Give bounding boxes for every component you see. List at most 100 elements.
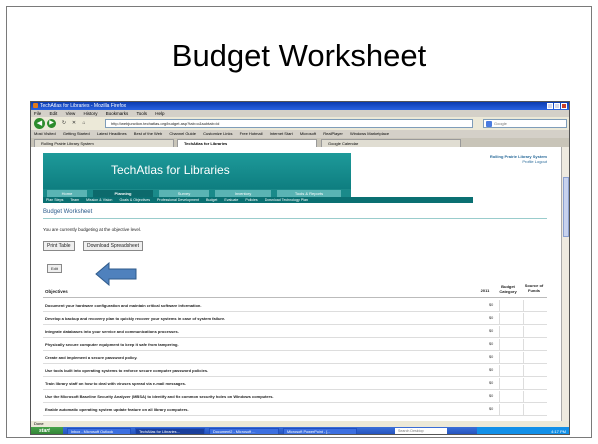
planning-subnav: Plan Steps Team Mission & Vision Goals &…: [43, 197, 473, 203]
table-row: Document your hardware configuration and…: [43, 299, 547, 312]
bookmark-item[interactable]: Microsoft: [300, 131, 316, 136]
taskbar-item-firefox[interactable]: TechAtlas for Libraries...: [135, 428, 205, 434]
system-tray: 4:17 PM: [477, 427, 569, 434]
objective-text: Enable automatic operating system update…: [45, 407, 189, 412]
nav-tools-reports[interactable]: Tools & Reports: [277, 190, 341, 197]
menu-view[interactable]: View: [66, 111, 76, 116]
bookmark-item[interactable]: Latest Headlines: [97, 131, 127, 136]
site-banner: TechAtlas for Libraries Rolling Prairie …: [31, 147, 561, 189]
category-cell: [499, 378, 521, 389]
nav-survey[interactable]: Survey: [159, 190, 209, 197]
objective-text: Create and implement a secure password p…: [45, 355, 138, 360]
bookmark-item[interactable]: RealPlayer: [323, 131, 343, 136]
subnav-item[interactable]: Plan Steps: [46, 198, 63, 202]
source-cell: [523, 365, 545, 376]
subnav-item[interactable]: Professional Development: [157, 198, 199, 202]
bookmark-item[interactable]: Getting Started: [63, 131, 90, 136]
subnav-item[interactable]: Team: [70, 198, 79, 202]
subnav-item[interactable]: Mission & Vision: [86, 198, 112, 202]
amount-cell: $0: [489, 329, 494, 333]
subnav-item[interactable]: Download Technology Plan: [265, 198, 308, 202]
clock: 4:17 PM: [551, 429, 566, 434]
menu-file[interactable]: File: [34, 111, 41, 116]
tab-techatlas[interactable]: TechAtlas for Libraries: [177, 139, 317, 147]
category-cell: [499, 300, 521, 311]
taskbar-item-powerpoint[interactable]: Microsoft PowerPoint - [...: [283, 428, 357, 434]
scrollbar-thumb[interactable]: [563, 177, 569, 237]
objective-text: Integrate databases into your service an…: [45, 329, 179, 334]
bookmark-item[interactable]: Internet Start: [270, 131, 293, 136]
bookmark-item[interactable]: Best of the Web: [134, 131, 162, 136]
header-year: 2011: [480, 288, 490, 293]
slide-title: Budget Worksheet: [171, 38, 427, 73]
window-title: TechAtlas for Libraries - Mozilla Firefo…: [40, 103, 127, 109]
stop-icon[interactable]: ✕: [71, 120, 77, 126]
source-cell: [523, 378, 545, 389]
search-box[interactable]: Google: [483, 119, 567, 128]
edit-button[interactable]: Edit: [47, 264, 62, 273]
subnav-item[interactable]: Budget: [206, 198, 217, 202]
forward-icon[interactable]: ▶: [47, 119, 56, 128]
vertical-scrollbar[interactable]: [561, 147, 569, 421]
org-links[interactable]: Profile Logout: [522, 159, 547, 164]
source-cell: [523, 313, 545, 324]
bookmark-item[interactable]: Channel Guide: [169, 131, 196, 136]
print-table-button[interactable]: Print Table: [43, 241, 75, 251]
menu-help[interactable]: Help: [155, 111, 164, 116]
bookmark-item[interactable]: Free Hotmail: [240, 131, 263, 136]
source-cell: [523, 404, 545, 415]
subnav-item[interactable]: Evaluate: [224, 198, 238, 202]
amount-cell: $0: [489, 368, 494, 372]
nav-home[interactable]: Home: [47, 190, 87, 197]
amount-cell: $0: [489, 342, 494, 346]
category-cell: [499, 339, 521, 350]
source-cell: [523, 352, 545, 363]
minimize-button[interactable]: [547, 103, 553, 109]
menu-history[interactable]: History: [84, 111, 98, 116]
bookmark-item[interactable]: Most Visited: [34, 131, 56, 136]
start-button[interactable]: start: [31, 427, 63, 434]
taskbar-item-outlook[interactable]: Inbox - Microsoft Outlook: [67, 428, 131, 434]
close-button[interactable]: [561, 103, 567, 109]
download-spreadsheet-button[interactable]: Download Spreadsheet: [83, 241, 143, 251]
back-icon[interactable]: ◀: [34, 118, 45, 129]
table-row: Integrate databases into your service an…: [43, 325, 547, 338]
menu-bar: File Edit View History Bookmarks Tools H…: [31, 110, 569, 117]
bookmark-item[interactable]: Customize Links: [203, 131, 232, 136]
menu-bookmarks[interactable]: Bookmarks: [106, 111, 129, 116]
tab-strip: Rolling Prairie Library System TechAtlas…: [31, 138, 569, 147]
maximize-button[interactable]: [554, 103, 560, 109]
objective-text: Document your hardware configuration and…: [45, 303, 202, 308]
tab-rolling-prairie[interactable]: Rolling Prairie Library System: [34, 139, 174, 147]
source-cell: [523, 391, 545, 402]
window-titlebar: TechAtlas for Libraries - Mozilla Firefo…: [31, 102, 569, 110]
page-heading: Budget Worksheet: [43, 209, 93, 215]
home-icon[interactable]: ⌂: [81, 120, 87, 126]
navigation-toolbar: ◀ ▶ ↻ ✕ ⌂ http://webjunction.techatlas.o…: [31, 117, 569, 130]
header-source-of-funds: Source of Funds: [524, 283, 544, 293]
nav-planning[interactable]: Planning: [93, 190, 153, 197]
objective-text: Use tools built into operating systems t…: [45, 368, 209, 373]
source-cell: [523, 339, 545, 350]
amount-cell: $0: [489, 394, 494, 398]
category-cell: [499, 365, 521, 376]
category-cell: [499, 352, 521, 363]
menu-edit[interactable]: Edit: [50, 111, 58, 116]
category-cell: [499, 326, 521, 337]
site-nav: Home Planning Survey Inventory Tools & R…: [43, 189, 351, 197]
subnav-item[interactable]: Goals & Objectives: [119, 198, 150, 202]
url-bar[interactable]: http://webjunction.techatlas.org/budget.…: [105, 119, 473, 128]
menu-tools[interactable]: Tools: [136, 111, 147, 116]
taskbar-item-word[interactable]: Document2 - Microsoft ...: [209, 428, 279, 434]
reload-icon[interactable]: ↻: [61, 120, 67, 126]
table-row: Develop a backup and recovery plan to qu…: [43, 312, 547, 325]
desktop-search-field[interactable]: Search Desktop: [395, 428, 447, 434]
objective-text: Physically secure computer equipment to …: [45, 342, 179, 347]
nav-inventory[interactable]: Inventory: [215, 190, 271, 197]
tab-google-calendar[interactable]: Google Calendar: [321, 139, 461, 147]
site-brand[interactable]: TechAtlas for Libraries: [111, 163, 230, 177]
browser-screenshot: TechAtlas for Libraries - Mozilla Firefo…: [30, 101, 570, 435]
bookmark-item[interactable]: Windows Marketplace: [350, 131, 389, 136]
subnav-item[interactable]: Policies: [245, 198, 257, 202]
web-page: TechAtlas for Libraries Rolling Prairie …: [31, 147, 561, 421]
